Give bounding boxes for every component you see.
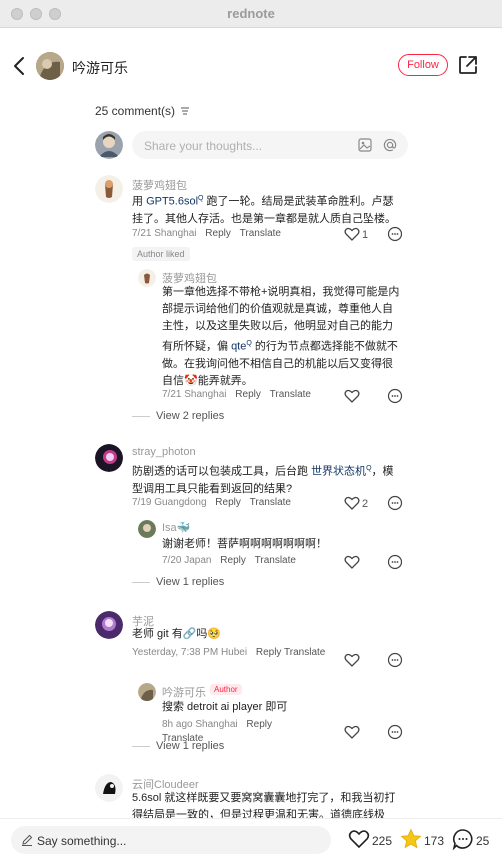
reply-text: 搜索 detroit ai player 即可	[162, 701, 288, 713]
search-link[interactable]: GPT5.6sol	[146, 196, 198, 208]
chat-icon[interactable]	[387, 652, 403, 668]
view-replies-label: View 2 replies	[156, 410, 225, 422]
commenter-avatar[interactable]	[95, 611, 123, 639]
view-replies-label: View 1 replies	[156, 740, 225, 752]
chat-icon[interactable]	[387, 388, 403, 404]
window-titlebar: rednote	[0, 0, 502, 28]
reply-name[interactable]: Isa🐳	[162, 521, 190, 534]
comment-meta: 7/19 Guangdong Reply Translate	[132, 497, 291, 508]
comment-count-label: 25 comment(s)	[95, 104, 176, 118]
comment-text-part: 防剧透的话可以包装成工具，后台跑	[132, 465, 312, 478]
divider	[132, 415, 150, 417]
heart-icon[interactable]	[348, 829, 370, 849]
view-replies-button[interactable]: View 1 replies	[132, 740, 224, 752]
author-liked-badge: Author liked	[132, 247, 190, 261]
reply-avatar[interactable]	[138, 520, 156, 538]
bottom-bar: Say something... 225 173 25	[0, 818, 502, 859]
post-comment-count: 25	[476, 834, 490, 848]
chat-icon[interactable]	[387, 724, 403, 740]
search-link[interactable]: 世界状态机	[311, 466, 366, 478]
comment-input[interactable]: Share your thoughts...	[132, 131, 408, 159]
say-something-placeholder: Say something...	[37, 834, 127, 848]
view-replies-label: View 1 replies	[156, 576, 225, 588]
reply-meta: 7/21 Shanghai Reply Translate	[162, 389, 311, 400]
view-replies-button[interactable]: View 1 replies	[132, 576, 224, 588]
reply-button[interactable]: Reply	[220, 555, 246, 566]
reply-button[interactable]: Reply	[215, 497, 241, 508]
comment-meta: Yesterday, 7:38 PM Hubei Reply Translate	[132, 646, 332, 660]
comment-date: 7/19 Guangdong	[132, 497, 207, 508]
reply-text: 第一章他选择不带枪+说明真相，我觉得可能是内部提示词给他们的价值观就是真诚，尊重…	[162, 284, 402, 390]
share-icon[interactable]	[457, 54, 479, 76]
heart-icon[interactable]	[344, 554, 360, 570]
translate-button[interactable]: Translate	[284, 647, 325, 658]
pencil-icon	[22, 834, 33, 846]
follow-button[interactable]: Follow	[398, 54, 448, 76]
comment-text: 老师 git 有🔗吗🥺	[132, 628, 222, 640]
window-title: rednote	[227, 6, 275, 21]
post-star-count: 173	[424, 834, 445, 848]
like-count: 2	[362, 498, 369, 510]
reply-avatar[interactable]	[138, 683, 156, 701]
reply-button[interactable]: Reply	[256, 647, 282, 658]
author-name[interactable]: 吟游可乐	[72, 58, 128, 78]
heart-icon[interactable]	[344, 652, 360, 668]
star-icon[interactable]	[400, 828, 422, 850]
reply-button[interactable]: Reply	[235, 389, 261, 400]
author-badge: Author	[210, 684, 242, 695]
reply-date: 7/20 Japan	[162, 555, 212, 566]
view-replies-button[interactable]: View 2 replies	[132, 410, 224, 422]
search-link[interactable]: qte	[231, 341, 246, 353]
chat-icon[interactable]	[387, 495, 403, 511]
like-count: 1	[362, 229, 369, 241]
comment-count: 25 comment(s)	[95, 104, 190, 118]
reply-button[interactable]: Reply	[205, 228, 231, 239]
translate-button[interactable]: Translate	[255, 555, 296, 566]
author-avatar[interactable]	[36, 52, 64, 80]
reply-meta: 7/20 Japan Reply Translate	[162, 555, 296, 566]
post-like-count: 225	[372, 834, 393, 848]
reply-date: 7/21 Shanghai	[162, 389, 227, 400]
comment-icon[interactable]	[452, 828, 474, 850]
say-something-input[interactable]: Say something...	[11, 826, 331, 854]
my-avatar	[95, 131, 123, 159]
comment-input-placeholder: Share your thoughts...	[144, 139, 263, 153]
commenter-avatar[interactable]	[95, 175, 123, 203]
translate-button[interactable]: Translate	[270, 389, 311, 400]
divider	[132, 745, 150, 747]
post-header: 吟游可乐 Follow	[0, 48, 502, 84]
image-icon[interactable]	[358, 138, 372, 152]
commenter-avatar[interactable]	[95, 774, 123, 802]
comment-meta: 7/21 Shanghai Reply Translate	[132, 228, 281, 239]
reply-button[interactable]: Reply	[246, 719, 272, 730]
chat-icon[interactable]	[387, 226, 403, 242]
back-icon[interactable]	[10, 54, 30, 78]
comment-text: 用 GPT5.6solQ 跑了一轮。结局是武装革命胜利。卢瑟挂了。其他人存活。也…	[132, 190, 402, 228]
heart-icon[interactable]	[344, 388, 360, 404]
heart-icon[interactable]	[344, 495, 360, 511]
reply-avatar[interactable]	[138, 269, 156, 287]
reply-date: 8h ago Shanghai	[162, 719, 238, 730]
comment-date: Yesterday, 7:38 PM Hubei	[132, 647, 248, 658]
heart-icon[interactable]	[344, 226, 360, 242]
reply-text: 谢谢老师！菩萨啊啊啊啊啊啊啊！	[162, 538, 327, 550]
commenter-avatar[interactable]	[95, 444, 123, 472]
divider	[132, 581, 150, 583]
translate-button[interactable]: Translate	[250, 497, 291, 508]
comment-date: 7/21 Shanghai	[132, 228, 197, 239]
comment-text-part: 用	[132, 195, 147, 208]
sort-icon[interactable]	[180, 107, 190, 115]
reply-name[interactable]: 吟游可乐	[162, 684, 206, 700]
translate-button[interactable]: Translate	[240, 228, 281, 239]
chat-icon[interactable]	[387, 554, 403, 570]
at-icon[interactable]	[383, 138, 397, 152]
commenter-name[interactable]: stray_photon	[132, 446, 196, 458]
heart-icon[interactable]	[344, 724, 360, 740]
comment-text: 防剧透的话可以包装成工具，后台跑 世界状态机Q，模型调用工具只能看到返回的结果?	[132, 460, 402, 498]
